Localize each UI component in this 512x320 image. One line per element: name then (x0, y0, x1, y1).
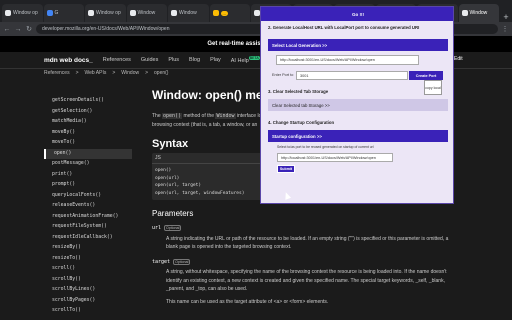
sidebar-item[interactable]: postMessage() (44, 159, 132, 170)
reload-icon[interactable]: ↻ (25, 25, 33, 33)
browser-tab[interactable]: Window (168, 4, 209, 22)
param-url: url Optional A string indicating the URL … (152, 224, 452, 252)
breadcrumb-window[interactable]: Window (121, 70, 139, 76)
tab-title: Window (137, 10, 156, 16)
breadcrumb-open[interactable]: open() (154, 70, 168, 76)
sidebar-item[interactable]: releaseEvents() (44, 201, 132, 212)
browser-tab[interactable]: Window op (85, 4, 126, 22)
select-localhost-button[interactable]: Select Local Generation >> (268, 39, 448, 51)
intro-text-mid: method of the (182, 113, 216, 119)
intro-code-window[interactable]: Window (215, 113, 236, 119)
sidebar-item[interactable]: requestFileSystem() (44, 222, 132, 233)
nav-ai-help-label: AI Help (230, 57, 249, 64)
sidebar-item[interactable]: scrollTo() (44, 306, 132, 317)
beta-badge: BETA (248, 56, 260, 61)
tab-favicon-icon (129, 10, 136, 16)
breadcrumb-references[interactable]: References (44, 70, 70, 76)
sidebar-item[interactable]: print() (44, 170, 132, 181)
nav-blog[interactable]: Blog (189, 57, 200, 63)
edit-link[interactable]: Edit (454, 56, 463, 62)
breadcrumb: References > Web APIs > Window > open() (44, 70, 168, 76)
browser-tab[interactable]: Window (458, 4, 499, 22)
back-icon[interactable]: ← (3, 26, 11, 33)
tab-group-badge: ... (220, 10, 228, 16)
breadcrumb-separator: > (75, 70, 79, 76)
param-target: target Optional A string, without whitesp… (152, 258, 452, 307)
menu-icon[interactable]: ⋮ (501, 25, 509, 33)
param-name: url (152, 225, 162, 231)
startup-url-field[interactable]: http://localhost:3001/en-US/docs/Web/API… (277, 153, 393, 162)
nav-references[interactable]: References (103, 57, 131, 63)
sidebar-item[interactable]: resizeTo() (44, 254, 132, 265)
intro-paragraph: The open() method of the Window interfac… (152, 112, 270, 130)
browser-tab[interactable]: Window (126, 4, 167, 22)
sidebar-item[interactable]: getSelection() (44, 107, 132, 118)
browser-tab[interactable]: G (43, 4, 84, 22)
sidebar-item[interactable]: prompt() (44, 180, 132, 191)
go-button[interactable]: Go !!! (261, 7, 453, 21)
tab-favicon-icon (171, 10, 177, 16)
browser-tab[interactable]: ... (209, 4, 250, 22)
localhost-url-field[interactable]: http://localhost:3001/en-US/docs/Web/API… (276, 55, 419, 65)
breadcrumb-web-apis[interactable]: Web APIs (85, 70, 107, 76)
browser-tab[interactable]: Window op (2, 4, 43, 22)
sidebar-item[interactable]: scrollBy() (44, 275, 132, 286)
sidebar-item[interactable]: moveTo() (44, 138, 132, 149)
param-note: This name can be used as the target attr… (166, 298, 329, 305)
param-description: A string indicating the URL or path of t… (166, 235, 449, 251)
submit-button[interactable]: Submit (277, 165, 295, 173)
sidebar-item[interactable]: scrollByPages() (44, 296, 132, 307)
extension-popup: Go !!! 2. Generate LocalHost URL with Lo… (260, 6, 454, 204)
tab-title: Window op (96, 10, 121, 16)
sidebar-item[interactable]: getScreenDetails() (44, 96, 132, 107)
tab-favicon-icon (5, 10, 11, 16)
new-tab-button[interactable]: + (500, 12, 512, 22)
tab-favicon-icon (46, 10, 53, 16)
startup-config-button[interactable]: Startup configuration >> (268, 130, 448, 142)
sidebar-item[interactable]: requestAnimationFrame() (44, 212, 132, 223)
tab-favicon-icon (88, 10, 94, 16)
sidebar-item[interactable]: scroll() (44, 264, 132, 275)
port-input[interactable]: 3001 (296, 71, 408, 80)
breadcrumb-separator: > (145, 70, 149, 76)
intro-text-pre: The (152, 113, 163, 119)
tab-favicon-icon (461, 10, 468, 16)
enter-port-label: Enter Port to (272, 73, 294, 77)
startup-hint: Select to/as port to be reused generated… (277, 145, 374, 149)
nav-ai-help[interactable]: AI HelpBETA (231, 56, 260, 64)
sidebar-item[interactable]: requestIdleCallback() (44, 233, 132, 244)
sidebar: getScreenDetails() getSelection() matchMed… (44, 96, 132, 317)
section2-title: 2. Generate LocalHost URL with LocalPort… (268, 25, 420, 30)
clear-storage-button[interactable]: Clear Selected tab Storage >> (268, 99, 448, 111)
mdn-logo[interactable]: mdn web docs_ (44, 57, 93, 64)
tab-favicon-icon (212, 10, 219, 16)
tab-title: G (54, 10, 59, 16)
optional-badge: Optional (173, 258, 191, 265)
sidebar-item[interactable]: open() (44, 148, 132, 159)
copy-local-button[interactable]: copy local (424, 80, 442, 95)
tab-title: Window (469, 10, 488, 16)
section4-title: 4. Change Startup Configuration (268, 120, 335, 125)
sidebar-item[interactable]: scrollByLines() (44, 285, 132, 296)
param-description: A string, without whitespace, specifying… (166, 269, 447, 292)
forward-icon[interactable]: → (14, 26, 22, 33)
create-port-button[interactable]: Create Port (409, 71, 443, 80)
tab-title: Window (179, 10, 197, 16)
optional-badge: Optional (164, 225, 182, 231)
sidebar-item[interactable]: matchMedia() (44, 117, 132, 128)
breadcrumb-separator: > (112, 70, 116, 76)
nav-plus[interactable]: Plus (168, 57, 179, 63)
sidebar-item[interactable]: resizeBy() (44, 243, 132, 254)
section3-title: 3. Clear Selected Tab Storage (268, 89, 329, 94)
param-name: target (152, 258, 171, 265)
nav-guides[interactable]: Guides (141, 57, 158, 63)
parameters-heading: Parameters (152, 209, 194, 218)
intro-code-open: open() (162, 113, 183, 119)
sidebar-item[interactable]: queryLocalFonts() (44, 191, 132, 202)
nav-play[interactable]: Play (210, 57, 221, 63)
tab-title: Window op (13, 10, 38, 16)
sidebar-item[interactable]: moveBy() (44, 128, 132, 139)
